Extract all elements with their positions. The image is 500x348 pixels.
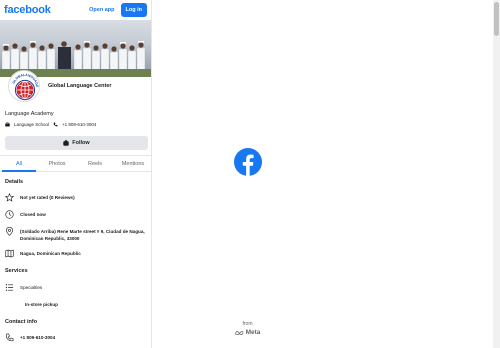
facebook-f-icon[interactable] [234,148,262,176]
follow-label: Follow [72,140,90,146]
contact-heading: Contact info [5,319,38,325]
cover-photo[interactable] [0,20,151,77]
details-heading: Details [5,179,24,185]
city-row[interactable]: Nagua, Dominican Republic [5,249,145,258]
right-panel: from Meta [152,0,493,348]
rating-row: Not yet rated (0 Reviews) [5,193,145,202]
tab-mentions[interactable]: Mentions [114,156,151,171]
meta-infinity-icon [234,330,243,335]
meta-logo: Meta [152,329,343,336]
page-meta-row: Language School +1 809-610-3004 [5,122,96,127]
pickup-text: In-store pickup [25,302,58,307]
briefcase-icon [5,122,10,127]
open-app-link[interactable]: Open app [89,7,114,13]
phone-icon [5,333,14,342]
scrollbar-thumb[interactable] [494,2,499,36]
contact-phone-row[interactable]: +1 809-610-3004 [5,333,145,342]
location-pin-icon [5,227,14,236]
services-heading: Services [5,268,28,274]
facebook-logo[interactable]: facebook [4,4,51,16]
pickup-row: In-store pickup [25,300,151,308]
login-button[interactable]: Log in [120,3,147,17]
page-title: Global Language Center [48,83,112,89]
profile-tabs: All Photos Reels Mentions [0,155,151,172]
rating-text: Not yet rated (0 Reviews) [20,195,75,200]
page-phone[interactable]: +1 809-610-3004 [62,122,96,127]
globe-logo-icon: GLOBALANGUAGE [12,73,39,101]
list-icon [5,284,14,291]
tab-all-label: All [15,160,23,167]
clock-icon [5,210,14,219]
follow-button[interactable]: Follow [5,136,148,150]
tab-photos[interactable]: Photos [38,156,76,171]
top-bar: facebook Open app Log in [0,0,151,20]
map-icon [5,249,14,258]
tab-reels-label: Reels [87,160,103,167]
tab-all[interactable]: All [0,156,38,172]
profile-avatar[interactable]: GLOBALANGUAGE [8,70,40,102]
tab-photos-label: Photos [48,160,66,167]
page-category: Language Academy [5,111,54,117]
page-panel: facebook Open app Log in GLOBALANGUAGE G… [0,0,152,348]
follow-icon [63,140,69,146]
specialties-text: Specialties [20,285,43,290]
graduates-photo [1,41,146,71]
from-label: from [242,321,253,327]
tab-reels[interactable]: Reels [76,156,114,171]
top-actions: Open app Log in [89,3,147,17]
address-row[interactable]: (Soldado Arriba) Rene Marte street # 9, … [5,227,145,242]
hours-text: Closed now [20,212,46,217]
tab-mentions-label: Mentions [121,160,145,167]
page-type: Language School [14,122,50,127]
specialties-row: Specialties [5,283,145,292]
hours-row: Closed now [5,210,145,219]
phone-icon [53,122,58,127]
scrollbar[interactable] [493,0,500,348]
star-icon [5,193,14,202]
meta-label: Meta [245,329,261,336]
contact-phone-text: +1 809-610-3004 [20,335,56,340]
address-text: (Soldado Arriba) Rene Marte street # 9, … [20,229,145,241]
city-text: Nagua, Dominican Republic [20,251,81,256]
